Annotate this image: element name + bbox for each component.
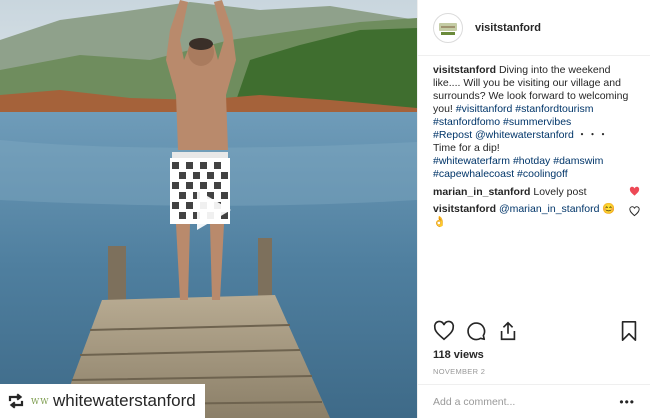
avatar[interactable]	[433, 12, 463, 43]
comment-item: visitstanford @marian_in_stanford 😊👌	[433, 203, 640, 229]
post-header: visitstanford	[418, 0, 650, 56]
comment-username[interactable]: marian_in_stanford	[433, 186, 530, 198]
caption-dots: ・・・	[576, 129, 609, 141]
bookmark-icon[interactable]	[618, 320, 640, 342]
view-count[interactable]: 118 views	[433, 349, 484, 361]
comment-username[interactable]: visitstanford	[433, 203, 496, 215]
like-heart-icon[interactable]	[433, 320, 455, 342]
comments-list: visitstanford Diving into the weekend li…	[433, 64, 640, 233]
repost-icon	[8, 393, 24, 409]
add-comment-bar: •••	[418, 384, 650, 418]
post-details-panel: visitstanford visitstanford Diving into …	[417, 0, 650, 418]
comment-item: marian_in_stanford Lovely post	[433, 186, 640, 199]
repost-logo: WW	[31, 396, 50, 406]
stanford-logo-icon	[439, 22, 457, 35]
repost-watermark: WW whitewaterstanford	[0, 384, 205, 418]
add-comment-input[interactable]	[433, 395, 620, 408]
post-date[interactable]: NOVEMBER 2	[433, 367, 485, 376]
heart-icon[interactable]	[629, 206, 640, 217]
share-icon[interactable]	[497, 320, 519, 342]
caption-hashtags-1[interactable]: #visittanford #stanfordtourism #stanford…	[433, 103, 594, 128]
heart-icon[interactable]	[629, 186, 640, 197]
repost-account-name: whitewaterstanford	[53, 391, 196, 410]
play-icon[interactable]	[187, 186, 235, 234]
post-caption: visitstanford Diving into the weekend li…	[433, 64, 640, 181]
caption-username[interactable]: visitstanford	[433, 64, 496, 76]
caption-hashtags-2[interactable]: #whitewaterfarm #hotday #damswim #capewh…	[433, 155, 603, 180]
caption-line-2: Time for a dip!	[433, 142, 500, 154]
comment-icon[interactable]	[465, 320, 487, 342]
more-icon[interactable]: •••	[619, 395, 635, 409]
action-bar	[433, 320, 640, 342]
video-player[interactable]: WW whitewaterstanford	[0, 0, 417, 418]
header-username[interactable]: visitstanford	[475, 22, 541, 34]
comment-text: Lovely post	[533, 186, 587, 198]
repost-mention[interactable]: #Repost @whitewaterstanford	[433, 129, 574, 141]
